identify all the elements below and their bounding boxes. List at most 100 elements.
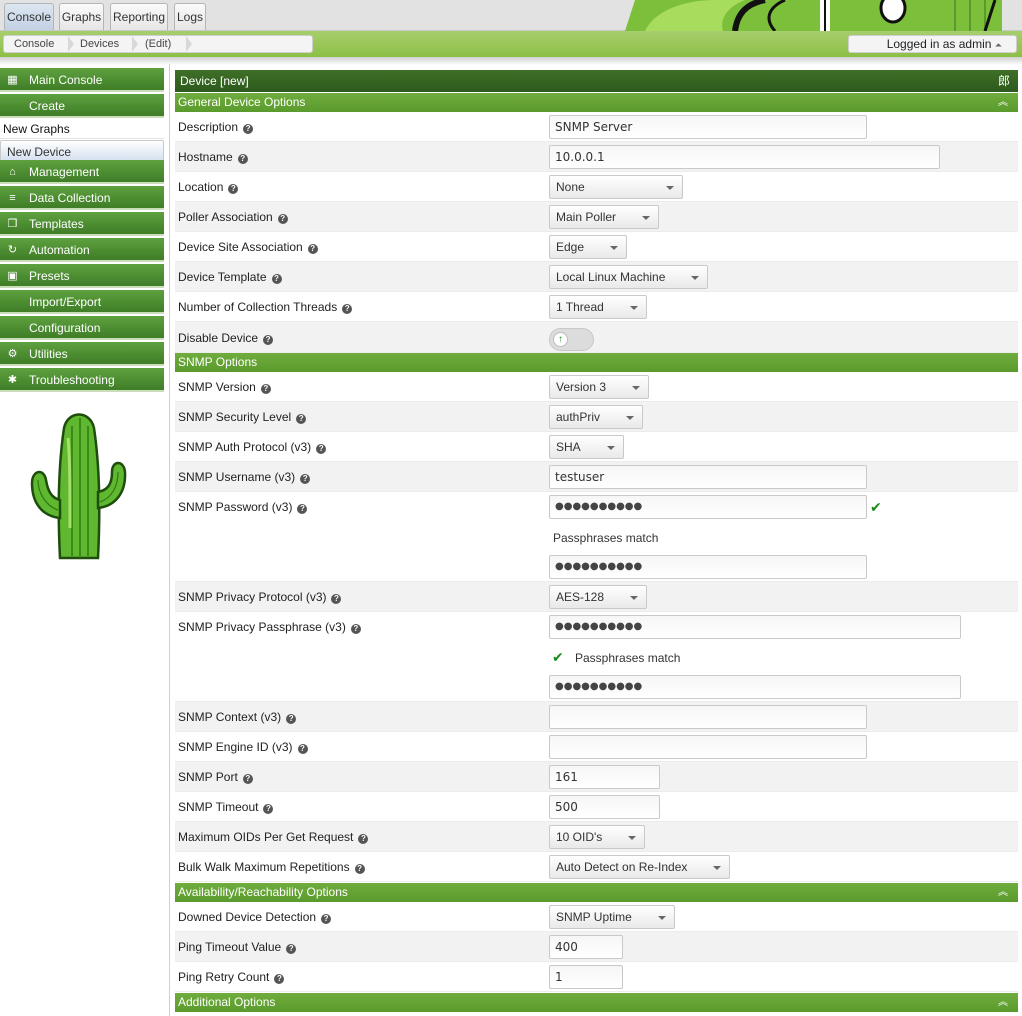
collapse-icon[interactable]: ︽ — [998, 993, 1008, 1012]
menu-troubleshooting[interactable]: ✱ Troubleshooting — [0, 368, 164, 392]
label-poller: Poller Association? — [178, 202, 288, 232]
security-level-select[interactable]: authPriv — [549, 405, 643, 429]
help-icon[interactable]: ? — [331, 594, 342, 604]
help-icon[interactable]: ? — [358, 834, 369, 844]
help-icon[interactable]: ? — [297, 504, 308, 514]
help-icon[interactable]: ? — [243, 124, 254, 134]
label-timeout: SNMP Timeout? — [178, 792, 274, 822]
help-icon[interactable]: ? — [263, 804, 274, 814]
section-general[interactable]: General Device Options ︽ — [175, 93, 1018, 112]
label-text: SNMP Privacy Passphrase (v3) — [178, 620, 346, 634]
privacy-protocol-select[interactable]: AES-128 — [549, 585, 647, 609]
threads-select[interactable]: 1 Thread — [549, 295, 647, 319]
select-value: authPriv — [556, 410, 601, 424]
tab-graphs[interactable]: Graphs — [59, 3, 104, 30]
menu-import-export[interactable]: Import/Export — [0, 290, 164, 314]
snmp-engine-id-input[interactable] — [549, 735, 867, 759]
poller-select[interactable]: Main Poller — [549, 205, 659, 229]
menu-presets[interactable]: ▣ Presets — [0, 264, 164, 288]
label-site: Device Site Association? — [178, 232, 318, 262]
hostname-input[interactable]: 10.0.0.1 — [549, 145, 940, 169]
help-icon[interactable]: ? — [316, 444, 327, 454]
help-icon[interactable]: ? — [277, 214, 288, 224]
menu-label: Data Collection — [29, 191, 111, 205]
menu-label: Import/Export — [29, 295, 102, 309]
collapse-icon[interactable]: ︽ — [998, 93, 1008, 112]
snmp-context-input[interactable] — [549, 705, 867, 729]
label-text: Poller Association — [178, 210, 273, 224]
snmp-version-select[interactable]: Version 3 — [549, 375, 649, 399]
row-snmp-version: SNMP Version? Version 3 — [175, 372, 1018, 402]
disable-device-toggle[interactable]: ↑ — [549, 328, 594, 351]
location-select[interactable]: None — [549, 175, 683, 199]
language-icon[interactable]: 郎 — [998, 70, 1010, 92]
help-icon[interactable]: ? — [286, 714, 297, 724]
label-text: SNMP Port — [178, 770, 238, 784]
collapse-icon[interactable]: ︽ — [998, 883, 1008, 902]
menu-templates[interactable]: ❐ Templates — [0, 212, 164, 236]
home-icon: ⌂ — [9, 166, 16, 178]
refresh-icon: ↻ — [7, 244, 18, 256]
help-icon[interactable]: ? — [342, 304, 353, 314]
tab-reporting[interactable]: Reporting — [110, 3, 168, 30]
description-input[interactable]: SNMP Server — [549, 115, 867, 139]
section-snmp[interactable]: SNMP Options — [175, 353, 1018, 372]
section-title: SNMP Options — [178, 355, 258, 369]
privacy-passphrase-confirm-input[interactable]: ●●●●●●●●●● — [549, 675, 961, 699]
menu-label: Utilities — [29, 347, 68, 361]
max-oids-select[interactable]: 10 OID's — [549, 825, 645, 849]
ping-timeout-input[interactable]: 400 — [549, 935, 623, 959]
snmp-timeout-input[interactable]: 500 — [549, 795, 660, 819]
section-availability[interactable]: Availability/Reachability Options ︽ — [175, 883, 1018, 902]
top-tab-bar: Console Graphs Reporting Logs — [0, 0, 1022, 31]
section-additional[interactable]: Additional Options ︽ — [175, 993, 1018, 1012]
help-icon[interactable]: ? — [354, 864, 365, 874]
select-value: None — [556, 180, 585, 194]
menu-management[interactable]: ⌂ Management — [0, 160, 164, 184]
help-icon[interactable]: ? — [297, 744, 308, 754]
select-value: 1 Thread — [556, 300, 604, 314]
help-icon[interactable]: ? — [263, 335, 274, 345]
snmp-password-input[interactable]: ●●●●●●●●●● — [549, 495, 867, 519]
snmp-password-confirm-input[interactable]: ●●●●●●●●●● — [549, 555, 867, 579]
label-ping-retry: Ping Retry Count? — [178, 962, 285, 992]
help-icon[interactable]: ? — [242, 774, 253, 784]
privacy-passphrase-input[interactable]: ●●●●●●●●●● — [549, 615, 961, 639]
help-icon[interactable]: ? — [307, 244, 318, 254]
cogs-icon: ⚙ — [7, 348, 18, 360]
bulk-walk-select[interactable]: Auto Detect on Re-Index — [549, 855, 730, 879]
help-icon[interactable]: ? — [286, 944, 297, 954]
menu-utilities[interactable]: ⚙ Utilities — [0, 342, 164, 366]
row-disable: Disable Device? ↑ — [175, 322, 1018, 353]
help-icon[interactable]: ? — [237, 154, 248, 164]
device-template-select[interactable]: Local Linux Machine — [549, 265, 708, 289]
menu-data-collection[interactable]: ≡ Data Collection — [0, 186, 164, 210]
menu-main-console[interactable]: ▦ Main Console — [0, 68, 164, 92]
downed-detection-select[interactable]: SNMP Uptime — [549, 905, 675, 929]
help-icon[interactable]: ? — [350, 624, 361, 634]
auth-protocol-select[interactable]: SHA — [549, 435, 624, 459]
help-icon[interactable]: ? — [321, 914, 332, 924]
row-hostname: Hostname? 10.0.0.1 — [175, 142, 1018, 172]
tab-console[interactable]: Console — [4, 3, 54, 30]
help-icon[interactable]: ? — [274, 974, 285, 984]
help-icon[interactable]: ? — [228, 184, 239, 194]
menu-automation[interactable]: ↻ Automation — [0, 238, 164, 262]
tab-logs[interactable]: Logs — [174, 3, 206, 30]
breadcrumb-console[interactable]: Console — [14, 36, 54, 52]
user-menu[interactable]: Logged in as admin ⏶ — [848, 35, 1017, 53]
menu-configuration[interactable]: Configuration — [0, 316, 164, 340]
snmp-username-input[interactable]: testuser — [549, 465, 867, 489]
menu-create[interactable]: Create — [0, 94, 164, 118]
help-icon[interactable]: ? — [300, 474, 311, 484]
site-select[interactable]: Edge — [549, 235, 627, 259]
sidebar-item-new-graphs[interactable]: New Graphs — [0, 120, 164, 139]
help-icon[interactable]: ? — [271, 274, 282, 284]
ping-retry-input[interactable]: 1 — [549, 965, 623, 989]
label-snmp-version: SNMP Version? — [178, 372, 271, 402]
snmp-port-input[interactable]: 161 — [549, 765, 660, 789]
breadcrumb-devices[interactable]: Devices — [80, 36, 119, 52]
help-icon[interactable]: ? — [296, 414, 307, 424]
help-icon[interactable]: ? — [260, 384, 271, 394]
row-downed-detection: Downed Device Detection? SNMP Uptime — [175, 902, 1018, 932]
